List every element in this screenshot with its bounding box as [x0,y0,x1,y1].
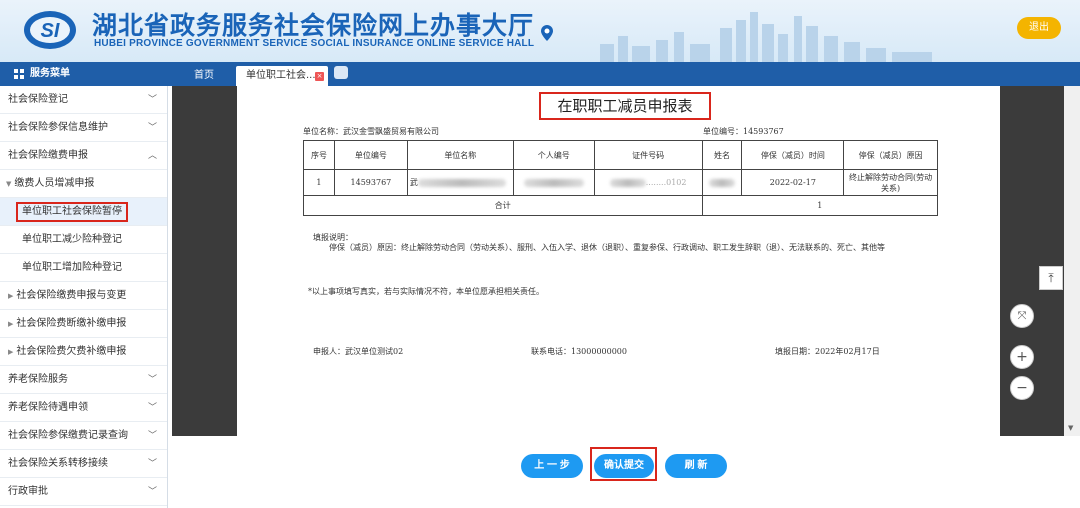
cell-id-no: ........0102 [593,169,703,196]
chevron-down-icon: ﹀ [147,123,157,133]
header: SI 湖北省政务服务社会保险网上办事大厅 HUBEI PROVINCE GOVE… [0,0,1080,62]
navbar: 服务菜单 首页 单位职工社会... × [0,62,1080,86]
close-icon[interactable]: × [315,72,324,81]
sidebar-item-reduce-insurance[interactable]: 单位职工减少险种登记 [0,226,167,254]
cell-name [701,169,743,196]
sidebar-item-add-insurance[interactable]: 单位职工增加险种登记 [0,254,167,282]
location-pin-icon [541,25,553,41]
zoom-in-icon[interactable]: + [1010,345,1034,369]
scroll-top-icon[interactable]: ⤒ [1039,266,1063,290]
sidebar-item-payment-declaration[interactable]: 社会保险缴费申报 ︿ [0,142,167,170]
col-header: 序号 [303,140,335,170]
chevron-down-icon: ﹀ [147,95,157,105]
triangle-down-icon: ▼ [6,180,12,188]
tab-home[interactable]: 首页 [180,66,228,86]
col-header: 单位名称 [406,140,514,170]
col-header: 证件号码 [593,140,703,170]
sidebar-item-pension-claim[interactable]: 养老保险待遇申领 ﹀ [0,394,167,422]
col-header: 停保（减员）原因 [843,140,938,170]
cell-date: 2022-02-17 [741,169,845,196]
sidebar-item-insurance-suspend[interactable]: 单位职工社会保险暂停 [0,198,167,226]
cell-seq: 1 [303,169,335,196]
scroll-down-icon[interactable]: ▼ [1068,424,1073,432]
triangle-right-icon: ▶ [8,320,14,328]
triangle-right-icon: ▶ [8,292,14,300]
redacted-blur [609,179,646,187]
document-page [237,86,1000,436]
sidebar-item-administrative-approval[interactable]: 行政审批 ﹀ [0,478,167,506]
zoom-out-icon[interactable]: − [1010,376,1034,400]
refresh-button[interactable]: 刷 新 [665,454,727,478]
logo-text: SI [41,20,60,42]
redacted-blur [709,179,735,187]
table-header-row: 序号 单位编号 单位名称 个人编号 证件号码 姓名 停保（减员）时间 停保（减员… [303,140,938,170]
phone-text: 联系电话：13000000000 [531,347,627,356]
unit-name-label: 单位名称：武汉金雪飘盛贸易有限公司 [303,127,439,136]
chevron-down-icon: ﹀ [147,459,157,469]
tab-list-icon[interactable] [334,66,348,79]
chevron-down-icon: ﹀ [147,375,157,385]
declaration-text: *以上事项填写真实，若与实际情况不符，本单位愿承担相关责任。 [308,287,544,296]
sidebar-item-personnel-change[interactable]: ▼ 缴费人员增减申报 [0,170,167,198]
sidebar-item-pension-service[interactable]: 养老保险服务 ﹀ [0,366,167,394]
sidebar-item-payment-record-query[interactable]: 社会保险参保缴费记录查询 ﹀ [0,422,167,450]
chevron-up-icon: ︿ [147,151,157,161]
chevron-down-icon: ﹀ [147,487,157,497]
cell-reason: 终止解除劳动合同(劳动关系) [843,169,938,196]
tab-label: 单位职工社会... [246,70,316,81]
sidebar-item-declaration-change[interactable]: ▶ 社会保险缴费申报与变更 [0,282,167,310]
cell-unit-name: 武 [406,169,514,196]
sidebar-item-insurance-info[interactable]: 社会保险参保信息维护 ﹀ [0,114,167,142]
previous-step-button[interactable]: 上 一 步 [521,454,583,478]
note-body: 停保（减员）原因：终止解除劳动合同（劳动关系）、服刑、入伍入学、退休（退职）、重… [329,243,885,252]
document-title: 在职职工减员申报表 [539,92,711,120]
chevron-down-icon: ﹀ [147,403,157,413]
table-row: 1 14593767 武 ........0102 2022-02-17 终止解… [303,169,938,196]
tab-unit-employee[interactable]: 单位职工社会... × [236,66,328,86]
cell-unit-no: 14593767 [333,169,408,196]
total-label: 合计 [303,195,703,216]
col-header: 个人编号 [512,140,595,170]
cell-personal-no [512,169,595,196]
social-insurance-logo: SI [24,11,76,49]
logout-button[interactable]: 退出 [1017,17,1061,39]
total-value: 1 [701,195,939,216]
redacted-blur [417,179,506,187]
sidebar-item-owed-supplement[interactable]: ▶ 社会保险费欠费补缴申报 [0,338,167,366]
sidebar-item-social-insurance-registration[interactable]: 社会保险登记 ﹀ [0,86,167,114]
redacted-blur [523,179,584,187]
col-header: 停保（减员）时间 [741,140,845,170]
city-skyline-icon [600,12,932,62]
sidebar-item-relation-transfer[interactable]: 社会保险关系转移接续 ﹀ [0,450,167,478]
sidebar-item-arrears-supplement[interactable]: ▶ 社会保险费断缴补缴申报 [0,310,167,338]
fill-date-text: 填报日期：2022年02月17日 [775,347,880,356]
employee-reduction-table: 序号 单位编号 单位名称 个人编号 证件号码 姓名 停保（减员）时间 停保（减员… [303,140,939,216]
service-menu-header: 服务菜单 [14,62,70,86]
site-title: 湖北省政务服务社会保险网上办事大厅 [92,11,535,40]
triangle-right-icon: ▶ [8,348,14,356]
confirm-submit-button[interactable]: 确认提交 [594,454,654,478]
applicant-text: 申报人：武汉单位测试02 [313,347,404,356]
viewer-scrollbar[interactable] [1064,86,1080,436]
service-menu-label: 服务菜单 [30,68,70,79]
chevron-down-icon: ﹀ [147,431,157,441]
col-header: 姓名 [701,140,743,170]
grid-menu-icon [14,69,24,79]
unit-number-label: 单位编号：14593767 [703,127,784,136]
sidebar: 社会保险登记 ﹀ 社会保险参保信息维护 ﹀ 社会保险缴费申报 ︿ ▼ 缴费人员增减申报 … [0,86,168,508]
table-total-row: 合计 1 [303,195,939,216]
col-header: 单位编号 [333,140,408,170]
site-title-en: HUBEI PROVINCE GOVERNMENT SERVICE SOCIAL… [94,38,535,49]
fit-page-icon[interactable]: ⤧ [1010,304,1034,328]
